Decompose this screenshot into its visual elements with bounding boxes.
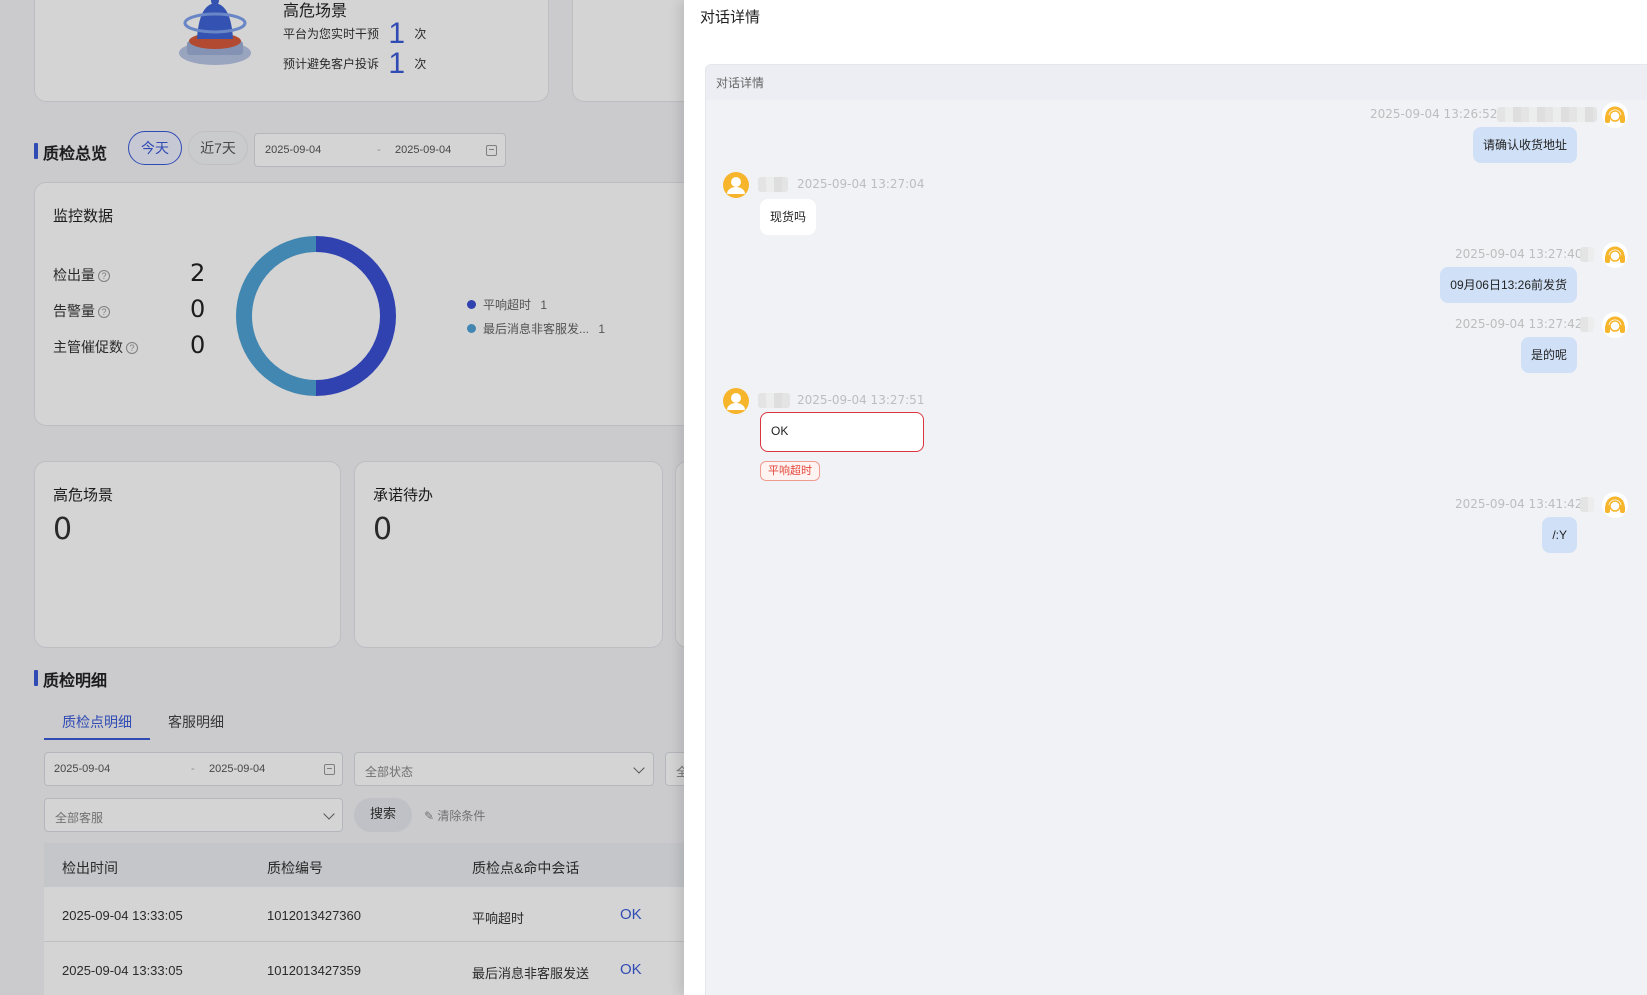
message-timestamp: 2025-09-04 13:27:42 — [1455, 317, 1583, 331]
chat-panel-title: 对话详情 — [706, 65, 1647, 100]
agent-message-bubble: 09月06日13:26前发货 — [1440, 267, 1577, 303]
customer-avatar-icon — [723, 172, 749, 198]
drawer-title: 对话详情 — [700, 9, 761, 26]
sender-name-redacted — [1580, 497, 1594, 512]
sender-name-redacted — [758, 177, 788, 192]
agent-message-bubble: /:Y — [1542, 517, 1577, 553]
message-timestamp: 2025-09-04 13:26:52 — [1370, 107, 1498, 121]
customer-avatar-icon — [723, 388, 749, 414]
agent-headset-avatar-icon — [1602, 312, 1628, 338]
message-timestamp: 2025-09-04 13:27:40 — [1455, 247, 1583, 261]
sender-name-redacted — [1580, 317, 1594, 332]
sender-name-redacted — [1497, 107, 1597, 122]
sender-name-redacted — [1580, 247, 1594, 262]
agent-message-bubble: 请确认收货地址 — [1472, 127, 1577, 163]
chat-panel: 对话详情 2025-09-04 13:26:52 请确认收货地址 2025-09… — [705, 64, 1647, 995]
agent-headset-avatar-icon — [1602, 492, 1628, 518]
sender-name-redacted — [758, 393, 790, 408]
message-timestamp: 2025-09-04 13:27:51 — [797, 393, 925, 407]
conversation-detail-drawer: 对话详情 对话详情 2025-09-04 13:26:52 请确认收货地址 20… — [684, 0, 1647, 995]
message-timestamp: 2025-09-04 13:41:42 — [1455, 497, 1583, 511]
response-timeout-tag: 平响超时 — [760, 461, 820, 481]
message-timestamp: 2025-09-04 13:27:04 — [797, 177, 925, 191]
customer-message-bubble: 现货吗 — [760, 199, 817, 235]
agent-headset-avatar-icon — [1602, 242, 1628, 268]
agent-headset-avatar-icon — [1602, 102, 1628, 128]
agent-message-bubble: 是的呢 — [1520, 337, 1577, 373]
flagged-customer-message-bubble: OK — [760, 412, 924, 452]
drawer-overlay-mask[interactable] — [0, 0, 684, 995]
